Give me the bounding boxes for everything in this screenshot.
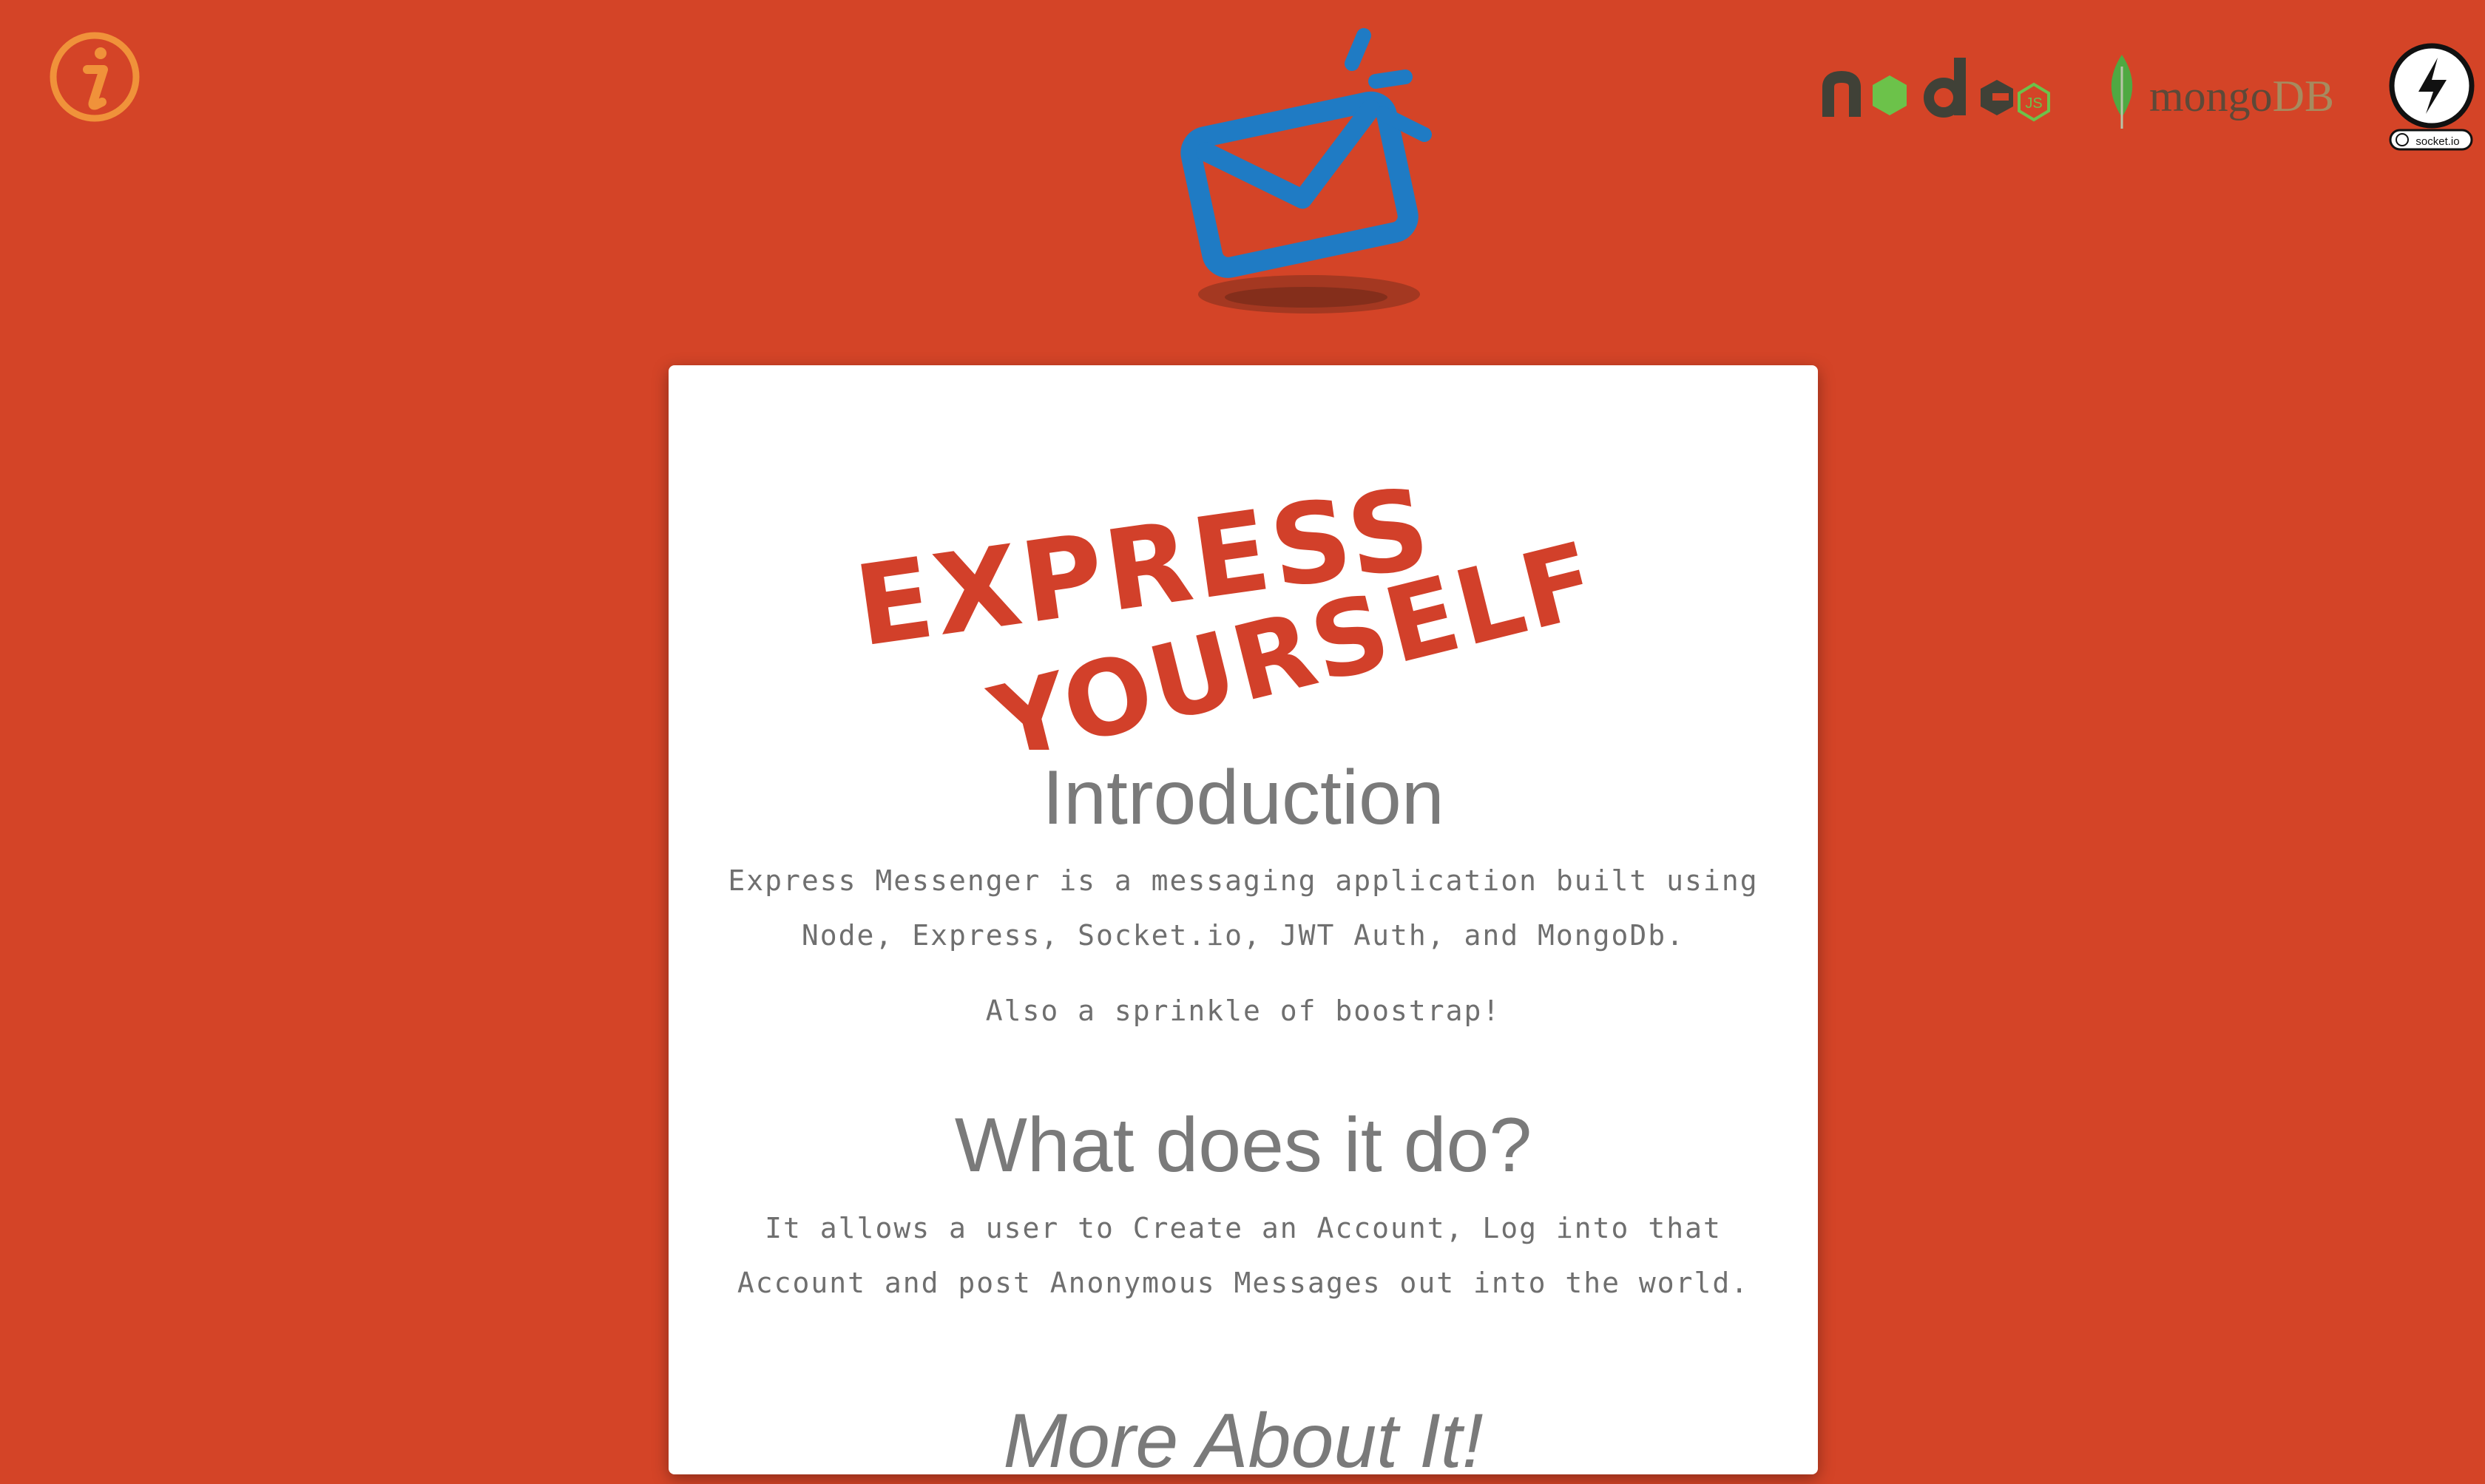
intro-title: Introduction bbox=[1042, 755, 1444, 841]
info-button[interactable] bbox=[49, 31, 141, 123]
mongodb-logo[interactable]: mongoDB bbox=[2097, 52, 2334, 133]
socketio-logo[interactable]: socket.io bbox=[2386, 40, 2478, 151]
express-yourself-graphic: EXPRESS YOURSELF bbox=[848, 464, 1609, 786]
mongo-label: mongo bbox=[2149, 72, 2273, 121]
nodejs-logo[interactable]: JS bbox=[1819, 50, 2056, 132]
app-logo[interactable] bbox=[1161, 22, 1457, 333]
content-card: EXPRESS YOURSELF Introduction Express Me… bbox=[669, 365, 1818, 1482]
tech-logos: JS mongoDB socket.io bbox=[1819, 30, 2485, 155]
intro-paragraph: Express Messenger is a messaging applica… bbox=[728, 864, 1759, 952]
more-title: More About It! bbox=[1003, 1398, 1484, 1484]
what-paragraph: It allows a user to Create an Account, L… bbox=[737, 1212, 1750, 1299]
socketio-label: socket.io bbox=[2415, 135, 2459, 148]
mongodb-leaf-icon bbox=[2111, 55, 2133, 129]
what-title: What does it do? bbox=[954, 1102, 1532, 1188]
mongodb-wordmark: mongoDB bbox=[2149, 71, 2334, 122]
mongo-db-label: DB bbox=[2272, 72, 2335, 121]
sprinkle-paragraph: Also a sprinkle of boostrap! bbox=[985, 995, 1501, 1027]
hero-graffiti-logo: EXPRESS YOURSELF bbox=[839, 439, 1637, 786]
info-icon bbox=[50, 32, 140, 122]
svg-text:JS: JS bbox=[2025, 95, 2042, 112]
envelope-logo-icon bbox=[1180, 28, 1432, 314]
socketio-icon: socket.io bbox=[2389, 43, 2475, 151]
nodejs-icon: JS bbox=[1822, 58, 2050, 122]
